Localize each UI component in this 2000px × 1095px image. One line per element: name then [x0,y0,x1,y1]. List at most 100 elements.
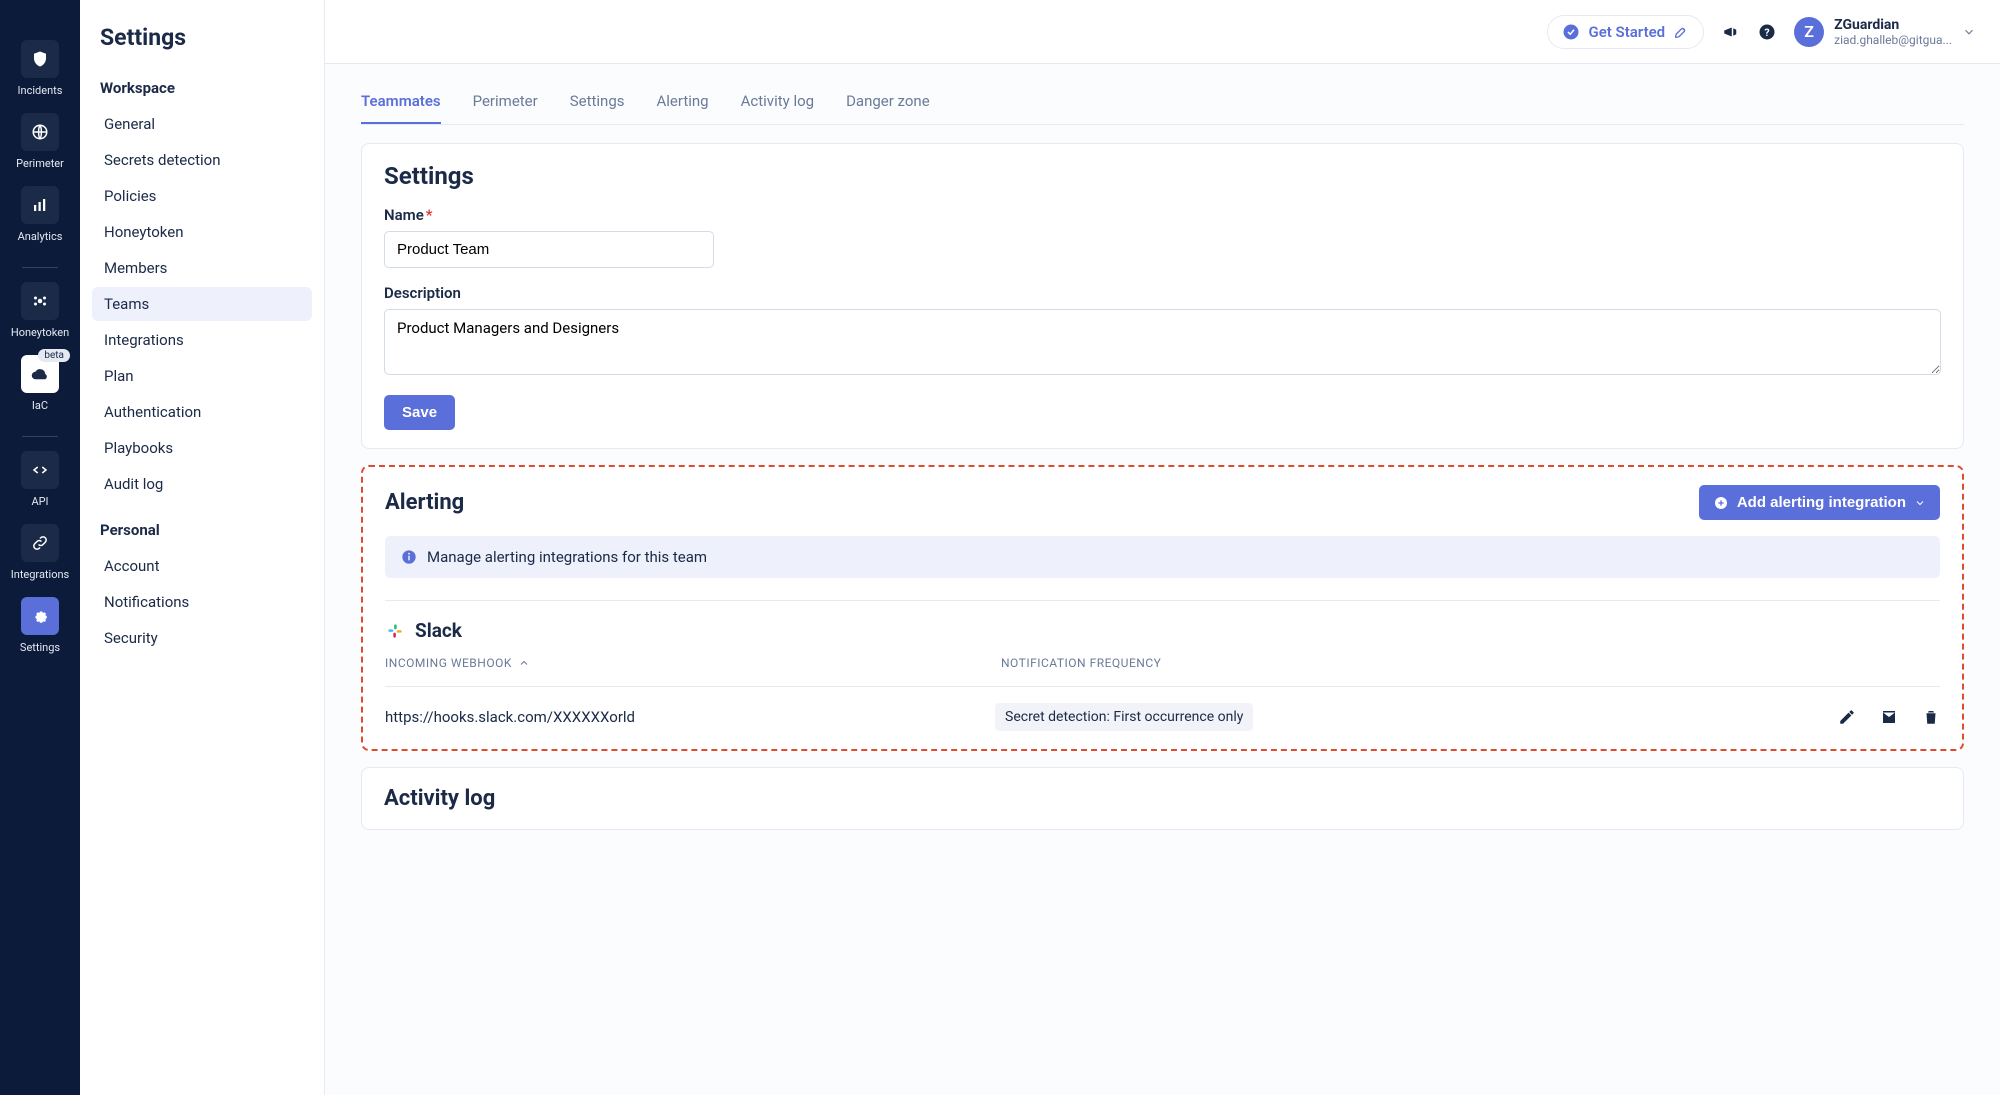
slack-name: Slack [415,619,462,642]
globe-icon [21,113,59,151]
required-asterisk: * [426,206,433,224]
rail-item-api[interactable]: API [0,451,80,508]
rail-item-settings[interactable]: Settings [0,597,80,654]
rail-label: Incidents [18,84,63,97]
rail-label: Analytics [18,230,63,243]
info-bar: Manage alerting integrations for this te… [385,536,1940,578]
content: Teammates Perimeter Settings Alerting Ac… [325,64,2000,882]
settings-card: Settings Name* Description Save [361,143,1964,449]
th-notification-frequency: NOTIFICATION FREQUENCY [1001,656,1940,670]
table-header: INCOMING WEBHOOK NOTIFICATION FREQUENCY [385,656,1940,670]
chart-icon [21,186,59,224]
save-button[interactable]: Save [384,395,455,430]
rail-item-incidents[interactable]: Incidents [0,40,80,97]
sidebar-link-playbooks[interactable]: Playbooks [92,431,312,465]
sidebar-link-members[interactable]: Members [92,251,312,285]
name-input[interactable] [384,231,714,268]
rail-label: API [31,495,48,508]
nav-rail: Incidents Perimeter Analytics Honeytoken… [0,0,80,1095]
rail-label: Settings [20,641,60,654]
gear-icon [21,597,59,635]
info-text: Manage alerting integrations for this te… [427,548,707,566]
get-started-label: Get Started [1588,23,1665,41]
name-label: Name* [384,206,1941,224]
chevron-down-icon [1962,25,1976,39]
sidebar-link-integrations[interactable]: Integrations [92,323,312,357]
check-circle-icon [1562,23,1580,41]
edit-icon[interactable] [1838,708,1856,726]
rail-item-integrations[interactable]: Integrations [0,524,80,581]
sidebar-link-general[interactable]: General [92,107,312,141]
rail-label: Perimeter [16,157,64,170]
tab-perimeter[interactable]: Perimeter [473,80,538,124]
tabs: Teammates Perimeter Settings Alerting Ac… [361,80,1964,125]
beta-badge: beta [38,349,70,362]
rail-item-honeytoken[interactable]: Honeytoken [0,282,80,339]
page-title: Settings [100,24,312,51]
rail-label: Integrations [11,568,69,581]
settings-sidebar: Settings Workspace General Secrets detec… [80,0,325,1095]
activity-log-card: Activity log [361,767,1964,830]
alerting-heading: Alerting [385,490,464,515]
tab-alerting[interactable]: Alerting [657,80,709,124]
plus-circle-icon [1713,495,1729,511]
sidebar-link-security[interactable]: Security [92,621,312,655]
sidebar-link-account[interactable]: Account [92,549,312,583]
rail-item-iac[interactable]: beta IaC [0,355,80,412]
settings-heading: Settings [384,162,1941,190]
trash-icon[interactable] [1922,708,1940,726]
divider [22,267,58,268]
svg-text:?: ? [1765,25,1770,38]
main-area: Get Started ? Z ZGuardian ziad.ghalleb@g… [325,0,2000,1095]
frequency-chip: Secret detection: First occurrence only [995,703,1253,731]
help-icon[interactable]: ? [1758,23,1776,41]
alerting-card: Alerting Add alerting integration [361,465,1964,751]
sidebar-link-notifications[interactable]: Notifications [92,585,312,619]
add-alerting-integration-button[interactable]: Add alerting integration [1699,485,1940,520]
link-icon [21,524,59,562]
group-personal: Personal [100,521,312,539]
mail-icon[interactable] [1880,708,1898,726]
chevron-down-icon [1914,497,1926,509]
info-icon [401,549,417,565]
slack-icon [385,621,405,641]
th-incoming-webhook[interactable]: INCOMING WEBHOOK [385,656,995,670]
sidebar-link-teams[interactable]: Teams [92,287,312,321]
rail-item-analytics[interactable]: Analytics [0,186,80,243]
tab-settings[interactable]: Settings [570,80,625,124]
webhook-url: https://hooks.slack.com/XXXXXXorld [385,708,995,726]
rail-item-perimeter[interactable]: Perimeter [0,113,80,170]
tab-activity-log[interactable]: Activity log [741,80,814,124]
sidebar-link-policies[interactable]: Policies [92,179,312,213]
desc-label: Description [384,284,1941,302]
sidebar-link-secrets[interactable]: Secrets detection [92,143,312,177]
slack-integration: Slack [385,619,1940,642]
activity-log-heading: Activity log [384,786,1941,811]
rail-label: IaC [32,399,48,412]
divider [22,436,58,437]
shield-icon [21,40,59,78]
tab-danger-zone[interactable]: Danger zone [846,80,930,124]
rail-label: Honeytoken [11,326,69,339]
user-email: ziad.ghalleb@gitgua... [1834,33,1952,47]
sidebar-link-auth[interactable]: Authentication [92,395,312,429]
sidebar-link-plan[interactable]: Plan [92,359,312,393]
webhook-row: https://hooks.slack.com/XXXXXXorld Secre… [385,703,1940,731]
chevron-up-icon [518,657,530,669]
add-alerting-label: Add alerting integration [1737,494,1906,511]
desc-textarea[interactable] [384,309,1941,375]
sidebar-link-audit[interactable]: Audit log [92,467,312,501]
megaphone-icon[interactable] [1722,23,1740,41]
honeytoken-icon [21,282,59,320]
divider [385,686,1940,687]
user-menu[interactable]: Z ZGuardian ziad.ghalleb@gitgua... [1794,17,1976,47]
code-icon [21,451,59,489]
divider [385,600,1940,601]
topbar: Get Started ? Z ZGuardian ziad.ghalleb@g… [325,0,2000,64]
group-workspace: Workspace [100,79,312,97]
rocket-icon [1673,24,1689,40]
tab-teammates[interactable]: Teammates [361,80,441,124]
user-name: ZGuardian [1834,17,1952,33]
get-started-button[interactable]: Get Started [1547,15,1704,49]
sidebar-link-honeytoken[interactable]: Honeytoken [92,215,312,249]
